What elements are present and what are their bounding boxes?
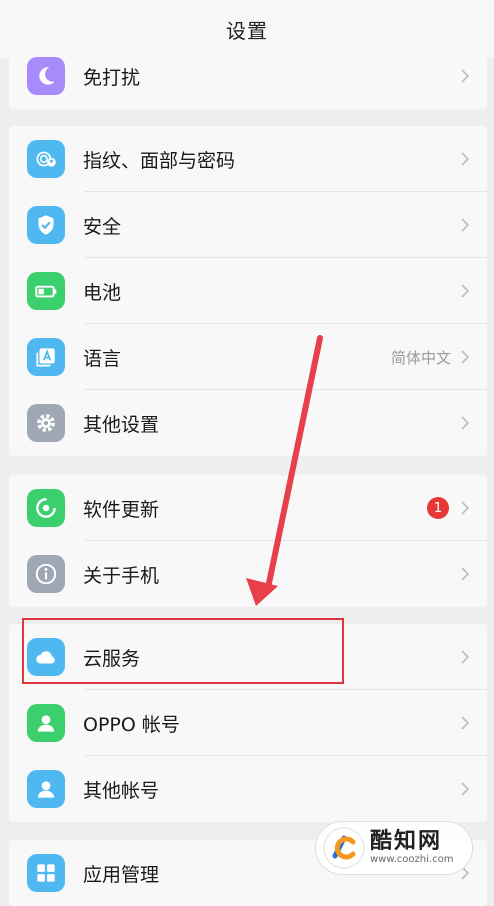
settings-item-label: 电池: [83, 281, 122, 304]
settings-item-language[interactable]: 语言 简体中文: [9, 324, 487, 390]
settings-item-label: 语言: [83, 347, 122, 370]
watermark-name: 酷知网: [370, 829, 443, 854]
user-icon: [27, 704, 65, 742]
chevron-right-icon: [461, 284, 470, 298]
settings-item-label: 安全: [83, 215, 122, 238]
settings-group-accounts: 云服务 OPPO 帐号 其他帐号: [9, 624, 487, 822]
update-count-badge: 1: [427, 497, 449, 519]
settings-item-label: 指纹、面部与密码: [83, 149, 236, 172]
refresh-icon: [27, 489, 65, 527]
settings-group-system: 软件更新 1 关于手机: [9, 475, 487, 607]
fingerprint-face-icon: [27, 140, 65, 178]
shield-check-icon: [27, 206, 65, 244]
settings-item-label: 关于手机: [83, 564, 160, 587]
settings-item-label: 云服务: [83, 647, 141, 670]
language-value: 简体中文: [390, 348, 451, 367]
chevron-right-icon: [461, 152, 470, 166]
watermark-text: 酷知网 www.coozhi.com: [370, 830, 453, 866]
settings-group-security: 指纹、面部与密码 安全 电池 语言 简体中文 其他设置: [9, 126, 487, 456]
settings-item-battery[interactable]: 电池: [9, 258, 487, 324]
chevron-right-icon: [461, 218, 470, 232]
settings-item-software-update[interactable]: 软件更新 1: [9, 475, 487, 541]
coozhi-logo-icon: [323, 827, 365, 869]
user-icon: [27, 770, 65, 808]
settings-item-label: 其他帐号: [83, 779, 160, 802]
cloud-icon: [27, 638, 65, 676]
settings-item-label: 软件更新: [83, 498, 160, 521]
settings-item-other-accounts[interactable]: 其他帐号: [9, 756, 487, 822]
gear-icon: [27, 404, 65, 442]
settings-item-label: OPPO 帐号: [83, 713, 180, 736]
page-title: 设置: [226, 18, 268, 43]
chevron-right-icon: [461, 69, 470, 83]
moon-icon: [27, 57, 65, 95]
language-icon: [27, 338, 65, 376]
settings-item-other-settings[interactable]: 其他设置: [9, 390, 487, 456]
settings-item-about-phone[interactable]: 关于手机: [9, 541, 487, 607]
chevron-right-icon: [461, 782, 470, 796]
settings-item-fingerprint-face-password[interactable]: 指纹、面部与密码: [9, 126, 487, 192]
settings-group-dnd: 免打扰: [9, 43, 487, 109]
chevron-right-icon: [461, 350, 470, 364]
settings-item-oppo-account[interactable]: OPPO 帐号: [9, 690, 487, 756]
chevron-right-icon: [461, 416, 470, 430]
settings-item-do-not-disturb[interactable]: 免打扰: [9, 43, 487, 109]
settings-item-cloud-service[interactable]: 云服务: [9, 624, 487, 690]
apps-grid-icon: [27, 854, 65, 892]
chevron-right-icon: [461, 650, 470, 664]
info-icon: [27, 555, 65, 593]
settings-item-label: 其他设置: [83, 413, 160, 436]
watermark: 酷知网 www.coozhi.com: [316, 822, 472, 874]
chevron-right-icon: [461, 567, 470, 581]
watermark-url: www.coozhi.com: [370, 854, 454, 865]
battery-icon: [27, 272, 65, 310]
settings-item-label: 免打扰: [83, 66, 141, 89]
chevron-right-icon: [461, 501, 470, 515]
settings-item-security[interactable]: 安全: [9, 192, 487, 258]
chevron-right-icon: [461, 716, 470, 730]
